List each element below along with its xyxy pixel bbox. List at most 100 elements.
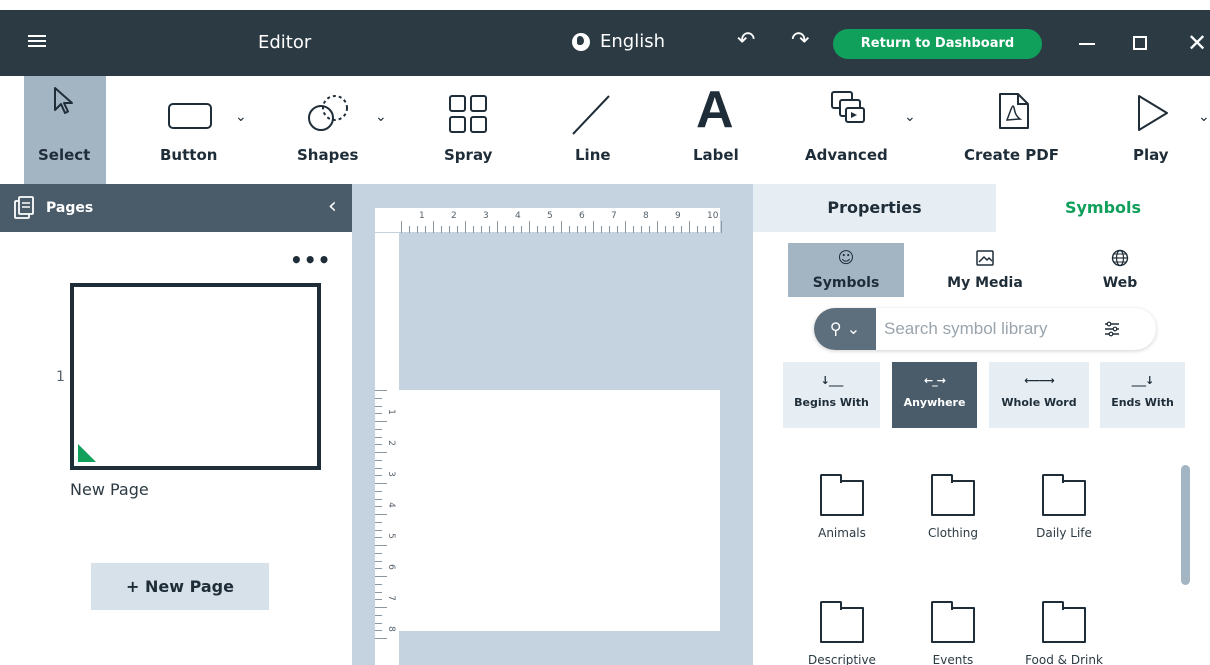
folder-descriptive[interactable]: Descriptive — [792, 601, 892, 665]
ruler-tick — [375, 607, 387, 608]
source-my-media[interactable]: My Media — [930, 243, 1040, 297]
ruler-number: 6 — [385, 564, 396, 570]
collapse-panel-icon[interactable]: ‹ — [328, 194, 337, 219]
tab-properties[interactable]: Properties — [753, 184, 996, 232]
tool-advanced[interactable]: ⌄ Advanced — [802, 76, 932, 184]
filter-settings-icon[interactable] — [1102, 319, 1122, 339]
ruler-tick — [375, 498, 382, 500]
page-thumbnail[interactable] — [70, 283, 321, 470]
chevron-down-icon[interactable]: ⌄ — [235, 109, 247, 125]
ruler-tick — [375, 638, 387, 639]
folder-food-drink[interactable]: Food & Drink — [1014, 601, 1114, 665]
ruler-number: 3 — [483, 211, 489, 221]
shapes-icon — [308, 95, 348, 131]
ruler-tick — [721, 221, 722, 233]
ruler-tick — [375, 390, 387, 391]
source-web[interactable]: Web — [1080, 243, 1160, 297]
ruler-tick — [689, 221, 690, 233]
new-page-button[interactable]: + New Page — [91, 563, 269, 610]
match-whole-word[interactable]: ⟵⟶ Whole Word — [989, 362, 1089, 428]
chevron-down-icon[interactable]: ⌄ — [375, 109, 387, 125]
ruler-tick — [375, 552, 382, 554]
maximize-icon[interactable] — [1133, 36, 1147, 50]
folder-clothing[interactable]: Clothing — [903, 474, 1003, 540]
symbols-scrollbar[interactable] — [1181, 465, 1190, 585]
tool-label-text[interactable]: A Label — [690, 76, 750, 184]
tool-create-pdf[interactable]: Create PDF — [962, 76, 1072, 184]
ruler-tick — [375, 452, 387, 453]
ruler-tick — [409, 226, 410, 233]
ruler-number: 4 — [385, 502, 396, 508]
ruler-tick — [697, 226, 698, 233]
ruler-tick — [375, 459, 382, 461]
minimize-icon[interactable] — [1079, 43, 1095, 45]
folder-daily-life[interactable]: Daily Life — [1014, 474, 1114, 540]
spray-grid-icon — [449, 95, 487, 133]
source-label: My Media — [947, 275, 1023, 291]
tool-shapes[interactable]: ⌄ Shapes — [295, 76, 395, 184]
folder-label: Events — [932, 653, 974, 665]
folder-icon — [931, 474, 975, 516]
label-a-icon: A — [696, 81, 734, 139]
tool-label: Line — [575, 146, 611, 164]
ruler-tick — [505, 226, 506, 233]
page-more-options-icon[interactable]: ••• — [290, 250, 331, 270]
chevron-down-icon[interactable]: ⌄ — [1198, 109, 1210, 125]
ruler-tick — [375, 436, 382, 438]
pages-panel-header: Pages ‹ — [0, 184, 352, 232]
match-begins-with[interactable]: ↓___ Begins With — [783, 362, 880, 428]
tool-select[interactable]: Select — [24, 76, 106, 184]
chevron-down-icon[interactable]: ⌄ — [904, 109, 916, 125]
ruler-tick — [417, 226, 418, 233]
cursor-icon — [54, 87, 73, 114]
ruler-tick — [375, 475, 382, 477]
tool-label: Shapes — [297, 146, 359, 164]
horizontal-ruler: 1 2 3 4 5 6 7 8 9 10 — [375, 208, 722, 233]
ruler-tick — [375, 576, 387, 577]
anywhere-icon: ←_→ — [924, 374, 946, 387]
pages-icon — [14, 196, 34, 219]
ruler-tick — [681, 226, 682, 233]
return-to-dashboard-button[interactable]: Return to Dashboard — [833, 29, 1042, 59]
app-title: Editor — [258, 32, 312, 53]
vertical-ruler: 1 2 3 4 5 6 7 8 — [375, 233, 399, 665]
ruler-number: 5 — [385, 533, 396, 539]
ruler-tick — [489, 226, 490, 233]
ruler-tick — [545, 226, 546, 233]
folder-events[interactable]: Events — [903, 601, 1003, 665]
ruler-tick — [375, 483, 387, 484]
redo-icon[interactable]: ↷ — [791, 30, 809, 52]
tool-label: Play — [1133, 146, 1169, 164]
source-symbols[interactable]: ☺ Symbols — [788, 243, 904, 297]
ruler-number: 3 — [385, 471, 396, 477]
match-ends-with[interactable]: ___↓ Ends With — [1100, 362, 1185, 428]
button-shape-icon — [168, 103, 212, 129]
tool-spray[interactable]: Spray — [440, 76, 500, 184]
ruler-tick — [713, 226, 714, 233]
ruler-tick — [657, 221, 658, 233]
ruler-tick — [633, 226, 634, 233]
ruler-tick — [375, 467, 382, 469]
match-anywhere[interactable]: ←_→ Anywhere — [892, 362, 977, 428]
tool-play[interactable]: ⌄ Play — [1130, 76, 1210, 184]
tool-label: Spray — [444, 146, 493, 164]
begins-with-icon: ↓___ — [820, 374, 844, 387]
search-input[interactable] — [884, 316, 1094, 342]
tab-symbols[interactable]: Symbols — [996, 184, 1210, 232]
tool-button[interactable]: ⌄ Button — [155, 76, 255, 184]
undo-icon[interactable]: ↶ — [737, 30, 755, 52]
ruler-tick — [375, 514, 387, 515]
language-selector[interactable]: English — [572, 31, 665, 52]
globe-icon — [572, 32, 590, 51]
folder-label: Animals — [818, 526, 866, 540]
title-bar: Editor English ↶ ↷ Return to Dashboard ✕ — [0, 10, 1210, 76]
search-icon[interactable]: ⚲ ⌄ — [814, 308, 876, 350]
close-icon[interactable]: ✕ — [1187, 28, 1207, 58]
ruler-tick — [375, 599, 382, 601]
folder-label: Daily Life — [1036, 526, 1092, 540]
hamburger-menu-icon[interactable] — [28, 32, 48, 52]
ruler-number: 5 — [547, 211, 553, 221]
canvas-page[interactable] — [399, 390, 720, 631]
folder-animals[interactable]: Animals — [792, 474, 892, 540]
tool-line[interactable]: Line — [565, 76, 625, 184]
